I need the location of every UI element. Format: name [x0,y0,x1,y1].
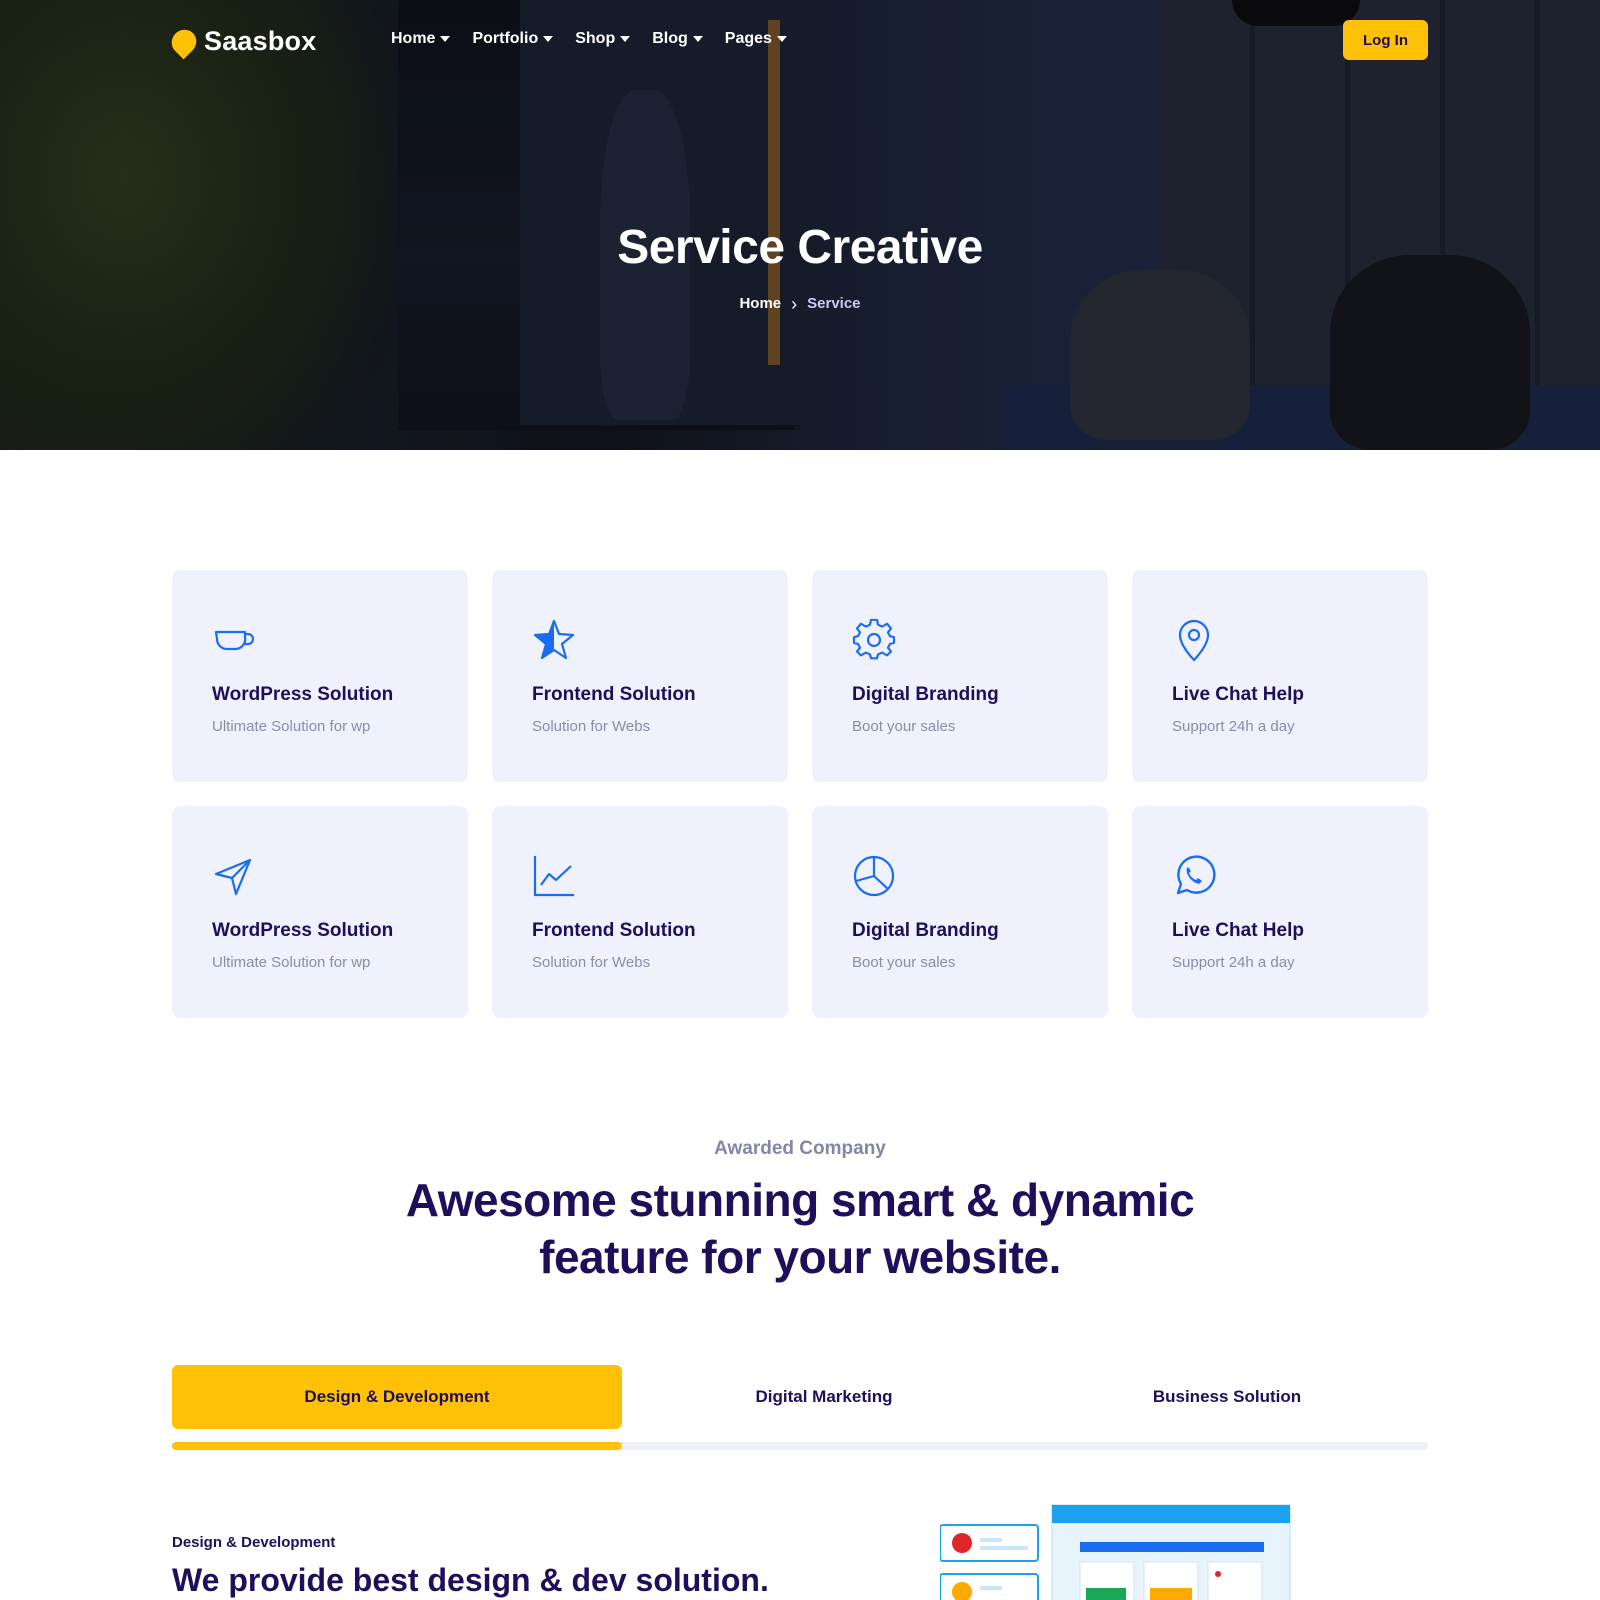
star-icon [532,618,576,662]
caret-down-icon [543,36,554,42]
menu-item-home[interactable]: Home [391,30,451,48]
menu-item-shop[interactable]: Shop [575,30,631,48]
logo-icon [166,24,202,59]
main-menu: Home Portfolio Shop Blog Pages [391,30,787,48]
tab-content-eyebrow: Design & Development [172,1534,336,1551]
breadcrumb-current: Service [807,295,861,312]
tab-digital-marketing[interactable]: Digital Marketing [622,1365,1026,1429]
service-card[interactable]: Frontend Solution Solution for Webs [492,570,788,782]
section-headline: Awesome stunning smart & dynamic feature… [405,1174,1195,1283]
caret-down-icon [776,36,787,42]
dashboard-illustration [939,1500,1340,1600]
chevron-right-icon: › [791,294,798,314]
line-chart-icon [532,854,576,898]
brand-logo[interactable]: Saasbox [166,24,317,59]
pie-chart-icon [852,854,896,898]
top-navigation: Saasbox Home Portfolio Shop Blog Pages L… [0,0,1600,80]
service-card[interactable]: Frontend Solution Solution for Webs [492,806,788,1018]
section-eyebrow: Awarded Company [714,1138,886,1159]
tab-design-development[interactable]: Design & Development [172,1365,622,1429]
map-pin-icon [1172,618,1216,662]
service-card[interactable]: Digital Branding Boot your sales [812,806,1108,1018]
hero-banner: Saasbox Home Portfolio Shop Blog Pages L… [0,0,1600,450]
menu-item-pages[interactable]: Pages [725,30,787,48]
caret-down-icon [692,36,703,42]
menu-item-blog[interactable]: Blog [652,30,703,48]
service-card[interactable]: WordPress Solution Ultimate Solution for… [172,806,468,1018]
service-card[interactable]: WordPress Solution Ultimate Solution for… [172,570,468,782]
whatsapp-icon [1172,854,1216,898]
caret-down-icon [620,36,631,42]
login-button[interactable]: Log In [1343,20,1428,60]
tab-progress-fill [172,1442,622,1450]
brand-name: Saasbox [204,26,317,56]
breadcrumb-home-link[interactable]: Home [739,295,781,312]
tab-business-solution[interactable]: Business Solution [1026,1365,1428,1429]
feature-tabs: Design & Development Digital Marketing B… [172,1365,1428,1451]
menu-item-portfolio[interactable]: Portfolio [472,30,554,48]
cup-icon [212,618,256,662]
send-icon [212,854,256,898]
service-card[interactable]: Digital Branding Boot your sales [812,570,1108,782]
services-grid: WordPress Solution Ultimate Solution for… [172,570,1428,1018]
service-card[interactable]: Live Chat Help Support 24h a day [1132,806,1428,1018]
caret-down-icon [440,36,451,42]
service-card[interactable]: Live Chat Help Support 24h a day [1132,570,1428,782]
tab-content-title: We provide best design & dev solution. [172,1562,769,1598]
gear-icon [852,618,896,662]
page-title: Service Creative [617,221,983,274]
breadcrumb: Home › Service [0,292,1600,315]
